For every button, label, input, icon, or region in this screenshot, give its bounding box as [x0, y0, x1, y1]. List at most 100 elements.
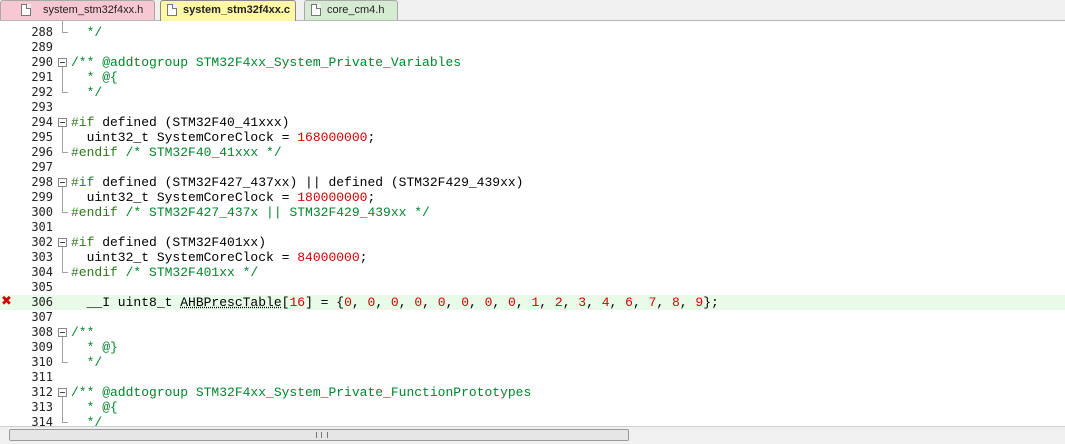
code-token: __I uint8_t — [71, 295, 181, 310]
code-line[interactable]: 291 * @{ — [0, 70, 1065, 85]
code-line[interactable]: 295 uint32_t SystemCoreClock = 168000000… — [0, 130, 1065, 145]
tab-label: system_stm32f4xx.h — [43, 4, 144, 16]
code-token: , — [586, 295, 602, 310]
code-line[interactable]: 311 — [0, 370, 1065, 385]
code-text: uint32_t SystemCoreClock = 84000000; — [71, 250, 368, 265]
code-token: 0 — [390, 295, 399, 310]
code-token: }; — [703, 295, 719, 310]
error-icon[interactable]: ✖ — [1, 295, 13, 308]
fold-minus-icon[interactable] — [58, 58, 67, 67]
code-token: /* STM32F401xx */ — [117, 265, 259, 280]
file-icon — [311, 4, 321, 16]
code-token: ; — [367, 190, 376, 205]
code-token: 16 — [289, 295, 306, 310]
code-token: ] = { — [305, 295, 345, 310]
fold-minus-icon[interactable] — [58, 388, 67, 397]
code-line[interactable]: 302 #if defined (STM32F401xx) — [0, 235, 1065, 250]
line-number: 309 — [31, 340, 53, 354]
tab-label: core_cm4.h — [327, 4, 385, 16]
code-token: , — [632, 295, 649, 310]
fold-minus-icon[interactable] — [58, 238, 67, 247]
code-line[interactable]: 288 */ — [0, 25, 1065, 40]
fold-minus-icon[interactable] — [58, 328, 67, 337]
horizontal-scrollbar[interactable] — [0, 426, 1065, 444]
line-number: 300 — [31, 205, 53, 219]
code-token: , — [492, 295, 509, 310]
fold-minus-icon[interactable] — [58, 178, 67, 187]
code-text: */ — [71, 25, 103, 40]
code-token: 8 — [671, 295, 680, 310]
code-text: * @{ — [71, 70, 118, 85]
code-text: /** @addtogroup STM32F4xx_System_Private… — [71, 385, 531, 400]
fold-guide-end — [62, 362, 68, 363]
code-line[interactable]: 303 uint32_t SystemCoreClock = 84000000; — [0, 250, 1065, 265]
scrollbar-thumb[interactable] — [9, 429, 629, 441]
code-text: */ — [71, 85, 103, 100]
code-text: #endif /* STM32F427_437x || STM32F429_43… — [71, 205, 430, 220]
line-number: 306 — [31, 295, 53, 309]
code-text: __I uint8_t AHBPrescTable[16] = {0, 0, 0… — [71, 295, 719, 310]
tab-system-stm32f4xx-c[interactable]: system_stm32f4xx.c — [160, 0, 296, 21]
code-token: #if — [71, 115, 95, 130]
code-token: , — [609, 295, 626, 310]
code-line[interactable]: 296 #endif /* STM32F40_41xxx */ — [0, 145, 1065, 160]
line-number: 289 — [31, 40, 53, 54]
code-token: 6 — [625, 295, 633, 310]
code-line[interactable]: 307 — [0, 310, 1065, 325]
code-token: 0 — [414, 295, 423, 310]
code-text: #if defined (STM32F427_437xx) || defined… — [71, 175, 523, 190]
code-line[interactable]: ✖ 306 __I uint8_t AHBPrescTable[16] = {0,… — [0, 295, 1065, 310]
code-token: ; — [367, 130, 376, 145]
code-line[interactable]: 298 #if defined (STM32F427_437xx) || defi… — [0, 175, 1065, 190]
code-line[interactable]: 305 — [0, 280, 1065, 295]
tab-system-stm32f4xx-h[interactable]: system_stm32f4xx.h — [0, 0, 155, 20]
tab-core-cm4-h[interactable]: core_cm4.h — [304, 0, 398, 20]
code-token: */ — [71, 355, 103, 370]
fold-minus-icon[interactable] — [58, 118, 67, 127]
code-editor[interactable]: 288 */289 290/** @addtogroup STM32F4xx_Sy… — [0, 21, 1065, 426]
line-number: 297 — [31, 160, 53, 174]
code-line[interactable]: 314 */ — [0, 415, 1065, 426]
code-token: , — [515, 295, 532, 310]
code-line[interactable]: 299 uint32_t SystemCoreClock = 180000000… — [0, 190, 1065, 205]
fold-guide-end — [62, 32, 68, 33]
code-line[interactable]: 294 #if defined (STM32F40_41xxx) — [0, 115, 1065, 130]
code-line[interactable]: 310 */ — [0, 355, 1065, 370]
code-text: /** — [71, 325, 94, 340]
code-line[interactable]: 308 /** — [0, 325, 1065, 340]
code-token: * @{ — [71, 400, 118, 415]
code-line[interactable]: 289 — [0, 40, 1065, 55]
code-token: uint32_t SystemCoreClock = — [71, 130, 298, 145]
line-number: 305 — [31, 280, 53, 294]
code-line[interactable]: 292 */ — [0, 85, 1065, 100]
code-line[interactable]: 312 /** @addtogroup STM32F4xx_System_Priv… — [0, 385, 1065, 400]
tab-label: system_stm32f4xx.c — [183, 4, 291, 16]
code-token: defined (STM32F427_437xx) || defined (ST… — [94, 175, 524, 190]
code-token: , — [398, 295, 415, 310]
fold-guide — [62, 337, 63, 362]
code-token: /* STM32F40_41xxx */ — [117, 145, 282, 160]
code-token: , — [562, 295, 579, 310]
code-line[interactable]: 293 — [0, 100, 1065, 115]
fold-guide-end — [62, 212, 68, 213]
code-line[interactable]: 297 — [0, 160, 1065, 175]
code-line[interactable]: 304 #endif /* STM32F401xx */ — [0, 265, 1065, 280]
code-line[interactable]: 301 — [0, 220, 1065, 235]
code-token: defined (STM32F40_41xxx) — [94, 115, 290, 130]
code-token: ; — [359, 250, 368, 265]
line-number: 302 — [31, 235, 53, 249]
code-line[interactable]: 290 /** @addtogroup STM32F4xx_System_Priv… — [0, 55, 1065, 70]
fold-guide-end — [62, 92, 68, 93]
line-number: 292 — [31, 85, 53, 99]
code-line[interactable]: 313 * @{ — [0, 400, 1065, 415]
fold-guide — [62, 21, 63, 32]
fold-guide — [62, 397, 63, 422]
code-line[interactable]: 300 #endif /* STM32F427_437x || STM32F429… — [0, 205, 1065, 220]
code-token: 168000000 — [297, 130, 368, 145]
fold-guide — [62, 247, 63, 272]
fold-guide — [62, 127, 63, 152]
code-line[interactable]: 309 * @} — [0, 340, 1065, 355]
code-text: * @{ — [71, 400, 118, 415]
line-number: 307 — [31, 310, 53, 324]
code-text: #endif /* STM32F40_41xxx */ — [71, 145, 282, 160]
